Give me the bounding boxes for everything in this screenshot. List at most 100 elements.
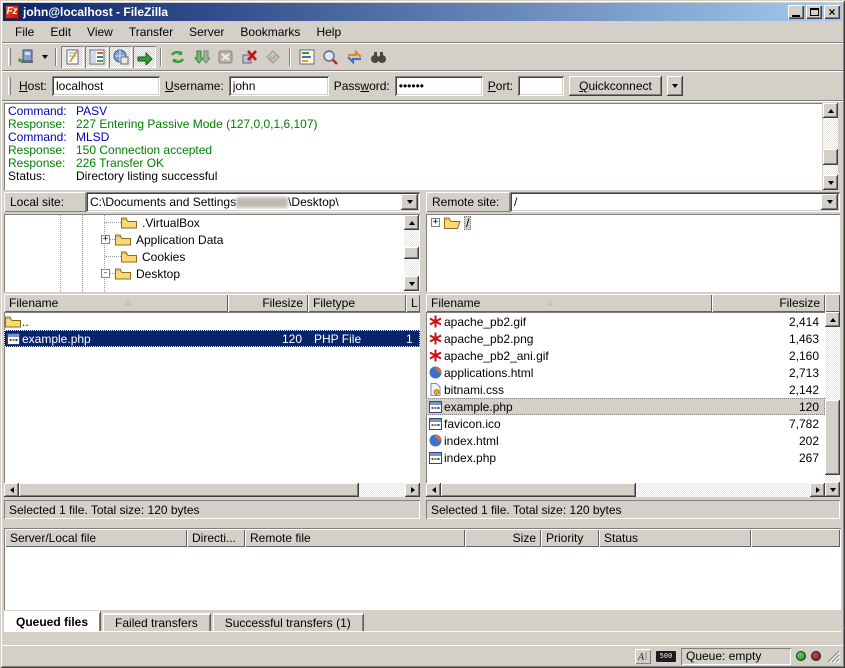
quickconnect-dropdown[interactable]	[667, 76, 683, 96]
message-log[interactable]: Command:PASV Response:227 Entering Passi…	[4, 103, 822, 190]
file-row-example-php[interactable]: example.php 120 PHP File 1	[4, 330, 420, 347]
quickconnect-grip[interactable]	[8, 77, 11, 95]
file-row[interactable]: apache_pb2_ani.gif 2,160	[426, 347, 825, 364]
scrollbar-thumb[interactable]	[19, 483, 359, 497]
directory-comparison-button[interactable]	[319, 46, 342, 68]
column-priority[interactable]: Priority	[541, 529, 599, 547]
disconnect-button[interactable]	[238, 46, 261, 68]
minimize-button[interactable]	[788, 5, 804, 19]
transfer-queue[interactable]: Server/Local file Directi... Remote file…	[4, 528, 841, 610]
scroll-left-button[interactable]	[4, 483, 19, 497]
host-input[interactable]	[52, 76, 160, 96]
cancel-operation-button[interactable]	[214, 46, 237, 68]
menu-bookmarks[interactable]: Bookmarks	[232, 23, 308, 41]
remote-list-scrollbar[interactable]	[825, 312, 840, 497]
scrollbar-thumb[interactable]	[404, 247, 419, 259]
scroll-up-button[interactable]	[823, 103, 838, 118]
scroll-down-button[interactable]	[823, 175, 838, 190]
site-manager-dropdown[interactable]	[39, 46, 51, 68]
scroll-down-button[interactable]	[404, 276, 419, 291]
file-row[interactable]: apache_pb2.png 1,463	[426, 330, 825, 347]
column-filename[interactable]: Filename	[4, 294, 228, 312]
synchronized-browsing-button[interactable]	[343, 46, 366, 68]
chevron-down-icon	[42, 55, 48, 59]
tab-failed-transfers[interactable]: Failed transfers	[103, 613, 211, 631]
local-file-list[interactable]: .. example.php 120 PHP File 1	[4, 312, 420, 483]
expand-icon[interactable]: +	[101, 235, 110, 244]
menu-transfer[interactable]: Transfer	[121, 23, 181, 41]
column-server-local-file[interactable]: Server/Local file	[5, 529, 187, 547]
toolbar-grip[interactable]	[8, 48, 11, 66]
file-row[interactable]: applications.html 2,713	[426, 364, 825, 381]
scroll-up-button[interactable]	[404, 215, 419, 230]
close-button[interactable]: ×	[824, 5, 840, 19]
remote-file-list[interactable]: apache_pb2.gif 2,414 apache_pb2.png 1,46…	[426, 312, 825, 483]
column-remote-file[interactable]: Remote file	[245, 529, 465, 547]
scrollbar-thumb[interactable]	[823, 149, 838, 165]
remote-list-hscrollbar[interactable]	[426, 483, 825, 497]
column-last-modified[interactable]: L	[406, 294, 420, 312]
tree-item-root[interactable]: + /	[426, 214, 840, 231]
remote-site-combo[interactable]: /	[510, 192, 840, 212]
log-scrollbar[interactable]	[823, 103, 838, 190]
menu-file[interactable]: File	[7, 23, 42, 41]
scrollbar-thumb[interactable]	[825, 400, 840, 475]
tree-item-cookies[interactable]: Cookies	[4, 248, 420, 265]
remote-site-dropdown[interactable]	[821, 194, 838, 210]
menu-view[interactable]: View	[79, 23, 121, 41]
menu-help[interactable]: Help	[308, 23, 349, 41]
local-tree-scrollbar[interactable]	[404, 215, 419, 291]
toggle-transfer-queue-button[interactable]	[133, 46, 156, 68]
toggle-remote-tree-button[interactable]	[109, 46, 132, 68]
collapse-icon[interactable]: -	[101, 269, 110, 278]
local-site-dropdown[interactable]	[401, 194, 418, 210]
site-manager-button[interactable]	[15, 46, 38, 68]
scroll-down-button[interactable]	[825, 482, 840, 497]
scroll-right-button[interactable]	[810, 483, 825, 497]
toggle-message-log-button[interactable]	[61, 46, 84, 68]
file-row[interactable]: index.php 267	[426, 449, 825, 466]
password-input[interactable]	[395, 76, 483, 96]
file-row[interactable]: apache_pb2.gif 2,414	[426, 313, 825, 330]
reconnect-button[interactable]	[262, 46, 285, 68]
scrollbar-thumb[interactable]	[441, 483, 636, 497]
tree-item-desktop[interactable]: - Desktop	[4, 265, 420, 282]
tab-queued-files[interactable]: Queued files	[4, 611, 101, 631]
title-bar[interactable]: Fz john@localhost - FileZilla ×	[3, 3, 842, 21]
tab-successful-transfers[interactable]: Successful transfers (1)	[213, 613, 364, 631]
refresh-button[interactable]	[166, 46, 189, 68]
port-input[interactable]	[518, 76, 564, 96]
quickconnect-button[interactable]: Quickconnect	[569, 76, 662, 96]
local-site-combo[interactable]: C:\Documents and Settings\Desktop\	[86, 192, 420, 212]
scroll-up-button[interactable]	[825, 312, 840, 327]
find-files-button[interactable]	[367, 46, 390, 68]
file-row-parent[interactable]: ..	[4, 313, 420, 330]
tree-item-application-data[interactable]: + Application Data	[4, 231, 420, 248]
local-list-hscrollbar[interactable]	[4, 483, 420, 497]
file-row[interactable]: bitnami.css 2,142	[426, 381, 825, 398]
local-directory-tree[interactable]: .VirtualBox + Application Data Cookies -…	[4, 214, 420, 292]
scroll-right-button[interactable]	[405, 483, 420, 497]
tree-item-virtualbox[interactable]: .VirtualBox	[4, 214, 420, 231]
menu-edit[interactable]: Edit	[42, 23, 79, 41]
process-queue-button[interactable]	[190, 46, 213, 68]
column-filesize[interactable]: Filesize	[712, 294, 825, 312]
column-filetype[interactable]: Filetype	[308, 294, 406, 312]
column-direction[interactable]: Directi...	[187, 529, 245, 547]
remote-directory-tree[interactable]: + /	[426, 214, 840, 292]
filename-filters-button[interactable]	[295, 46, 318, 68]
file-row-example-php[interactable]: example.php 120	[426, 398, 825, 415]
scroll-left-button[interactable]	[426, 483, 441, 497]
username-input[interactable]	[229, 76, 329, 96]
column-size[interactable]: Size	[465, 529, 541, 547]
column-status[interactable]: Status	[599, 529, 751, 547]
toggle-local-tree-button[interactable]	[85, 46, 108, 68]
column-filename[interactable]: Filename	[426, 294, 712, 312]
maximize-button[interactable]	[806, 5, 822, 19]
resize-grip[interactable]	[826, 649, 840, 663]
file-row[interactable]: favicon.ico 7,782	[426, 415, 825, 432]
menu-server[interactable]: Server	[181, 23, 232, 41]
expand-icon[interactable]: +	[431, 218, 440, 227]
file-row[interactable]: index.html 202	[426, 432, 825, 449]
column-filesize[interactable]: Filesize	[228, 294, 308, 312]
